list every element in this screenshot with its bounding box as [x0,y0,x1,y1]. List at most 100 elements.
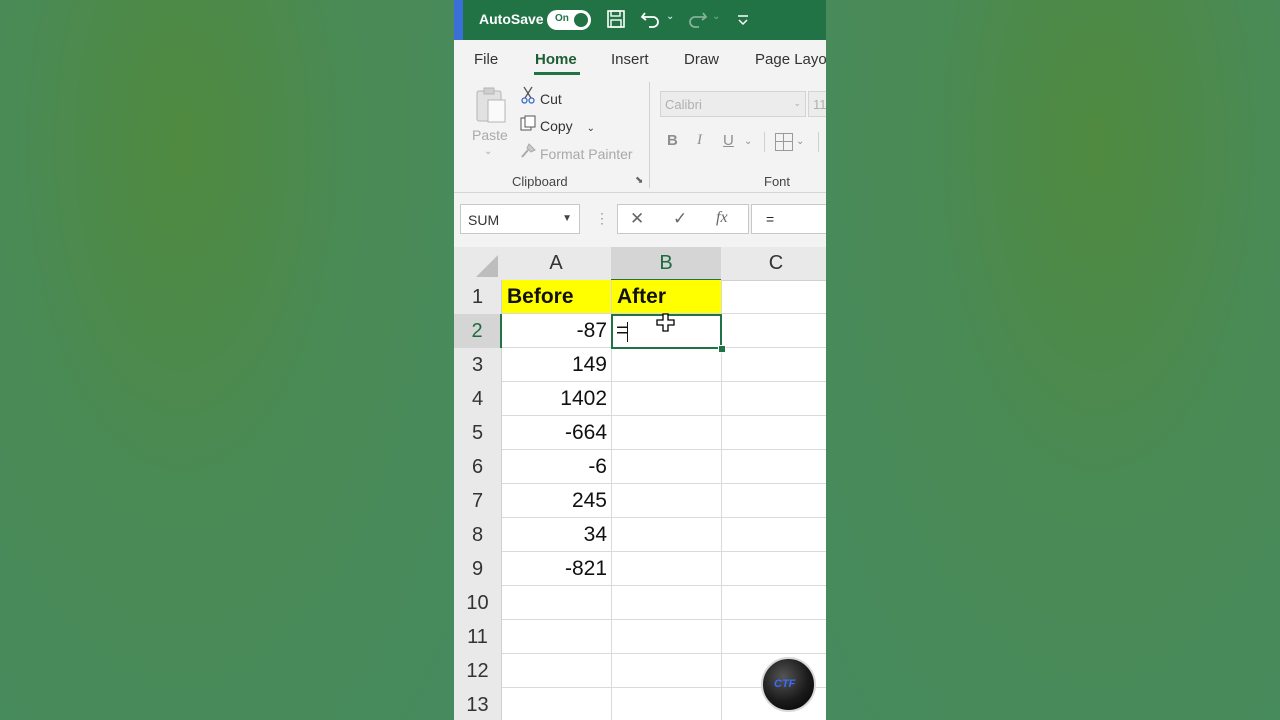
copy-icon [518,115,538,134]
tab-insert[interactable]: Insert [611,51,649,68]
copy-dropdown-icon[interactable]: ⌄ [587,123,595,134]
cell-a5[interactable]: -664 [502,416,612,450]
row-header-selected[interactable]: 2 [454,314,502,349]
borders-icon[interactable] [775,133,793,151]
cell-b6[interactable] [612,450,722,484]
bold-button[interactable]: B [667,132,678,149]
cell-a9[interactable]: -821 [502,552,612,586]
cell-c10[interactable] [722,586,826,620]
row-header[interactable]: 5 [454,416,502,451]
cell-a11[interactable] [502,620,612,654]
undo-dropdown-icon[interactable]: ⌄ [666,11,674,22]
cell-c3[interactable] [722,348,826,382]
cell-b3[interactable] [612,348,722,382]
font-size-select[interactable]: 11 [808,91,826,117]
cancel-icon[interactable]: ✕ [630,209,644,229]
row-header[interactable]: 10 [454,586,502,621]
paste-dropdown-icon[interactable]: ⌄ [484,146,492,157]
cell-a10[interactable] [502,586,612,620]
cell-c1[interactable] [722,280,826,314]
underline-dropdown-icon[interactable]: ⌄ [744,136,752,147]
insert-function-icon[interactable]: fx [716,209,728,227]
cut-button[interactable]: Cut [518,86,562,107]
redo-dropdown-icon[interactable]: ⌄ [712,11,720,22]
cell-c5[interactable] [722,416,826,450]
cell-b8[interactable] [612,518,722,552]
active-tab-indicator [534,72,580,75]
column-header-b[interactable]: B [611,247,722,281]
cell-c11[interactable] [722,620,826,654]
cell-b12[interactable] [612,654,722,688]
save-icon[interactable] [606,9,626,34]
row-header[interactable]: 9 [454,552,502,587]
cell-c6[interactable] [722,450,826,484]
format-separator [764,132,765,152]
row-header[interactable]: 13 [454,688,502,720]
paste-label[interactable]: Paste [472,127,508,143]
cell-b7[interactable] [612,484,722,518]
row-header[interactable]: 4 [454,382,502,417]
tab-file[interactable]: File [474,51,498,68]
autosave-toggle[interactable]: On [547,10,591,30]
redo-icon[interactable] [686,9,708,34]
enter-icon[interactable]: ✓ [673,209,687,229]
italic-button[interactable]: I [697,132,702,149]
underline-button[interactable]: U [723,132,734,149]
background-right [826,0,1280,720]
clipboard-launcher-icon[interactable]: ⬊ [635,175,643,186]
copy-button[interactable]: Copy ⌄ [518,115,595,135]
cell-a3[interactable]: 149 [502,348,612,382]
row-header[interactable]: 3 [454,348,502,383]
cell-a2[interactable]: -87 [502,314,612,348]
undo-icon[interactable] [640,9,662,34]
cell-b13[interactable] [612,688,722,720]
name-box[interactable]: SUM ▼ [460,204,580,234]
cell-a4[interactable]: 1402 [502,382,612,416]
row-header[interactable]: 1 [454,280,502,315]
row-header[interactable]: 8 [454,518,502,553]
group-separator [649,82,650,188]
row-header[interactable]: 12 [454,654,502,689]
format-painter-button[interactable]: Format Painter [518,143,633,163]
cell-c2[interactable] [722,314,826,348]
select-all-corner[interactable] [454,247,502,281]
cell-b1[interactable]: After [612,280,722,314]
cell-c8[interactable] [722,518,826,552]
cell-b5[interactable] [612,416,722,450]
paste-icon[interactable] [474,86,508,124]
row-header[interactable]: 6 [454,450,502,485]
tab-home[interactable]: Home [535,51,577,68]
customize-toolbar-icon[interactable] [736,9,750,35]
cell-b11[interactable] [612,620,722,654]
cell-b10[interactable] [612,586,722,620]
cell-b9[interactable] [612,552,722,586]
cell-a1[interactable]: Before [502,280,612,314]
font-name-select[interactable]: Calibri ⌄ [660,91,806,117]
worksheet-grid[interactable]: A B C 1 2 3 4 5 6 7 8 9 10 11 12 13 Befo… [454,247,826,720]
cell-b4[interactable] [612,382,722,416]
fill-handle[interactable] [718,345,726,353]
cell-c7[interactable] [722,484,826,518]
tab-draw[interactable]: Draw [684,51,719,68]
cell-c4[interactable] [722,382,826,416]
formula-input[interactable]: = [751,204,826,234]
cell-a8[interactable]: 34 [502,518,612,552]
row-header[interactable]: 7 [454,484,502,519]
cell-a6[interactable]: -6 [502,450,612,484]
cell-a12[interactable] [502,654,612,688]
cell-a7[interactable]: 245 [502,484,612,518]
borders-dropdown-icon[interactable]: ⌄ [796,136,804,147]
paintbrush-icon [518,143,538,162]
ribbon-home: Paste ⌄ Cut Copy ⌄ Format Painter Clipbo… [454,80,826,193]
column-header-c[interactable]: C [721,247,826,281]
name-box-value: SUM [468,212,500,228]
name-box-dropdown-icon[interactable]: ▼ [562,213,572,224]
cell-a13[interactable] [502,688,612,720]
cell-c9[interactable] [722,552,826,586]
tab-page-layout[interactable]: Page Layo [755,51,826,68]
column-header-a[interactable]: A [501,247,612,281]
format-painter-label: Format Painter [540,146,633,162]
row-header[interactable]: 11 [454,620,502,655]
formula-bar-grip-icon[interactable]: ⋮ [595,210,609,227]
format-separator-2 [818,132,819,152]
